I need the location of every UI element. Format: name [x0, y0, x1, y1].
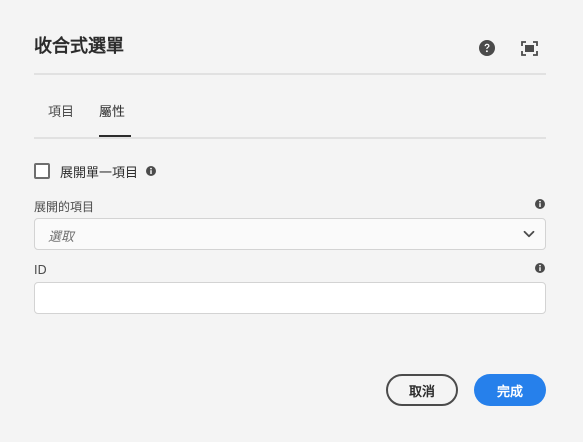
dialog-header: 收合式選單: [34, 0, 546, 75]
tab-selected-indicator: [99, 135, 131, 137]
expanded-items-select[interactable]: 選取: [34, 218, 546, 250]
fullscreen-button[interactable]: [519, 38, 539, 58]
done-button[interactable]: 完成: [474, 374, 546, 406]
single-expansion-row: 展開單一項目: [34, 162, 157, 181]
collapsible-menu-dialog: 收合式選單 項目 屬性 展開單一項目 展開的項目 選取 ID 取消 完成: [0, 0, 583, 442]
help-button[interactable]: [477, 38, 497, 58]
id-input[interactable]: [34, 282, 546, 314]
chevron-down-icon: [523, 228, 535, 240]
single-expansion-checkbox[interactable]: [34, 163, 50, 179]
info-icon[interactable]: [146, 166, 157, 176]
cancel-button[interactable]: 取消: [386, 374, 458, 406]
expanded-items-label: 展開的項目: [34, 200, 95, 214]
info-icon[interactable]: [535, 263, 545, 273]
tab-items[interactable]: 項目: [48, 104, 74, 122]
select-placeholder: 選取: [48, 230, 75, 245]
tab-properties[interactable]: 屬性: [99, 104, 125, 122]
info-icon[interactable]: [535, 199, 545, 209]
single-expansion-label: 展開單一項目: [60, 165, 139, 181]
help-icon: [479, 40, 495, 56]
id-label: ID: [34, 263, 47, 277]
tab-list: 項目 屬性: [34, 98, 546, 139]
dialog-title: 收合式選單: [34, 36, 124, 57]
fullscreen-icon: [520, 40, 538, 56]
